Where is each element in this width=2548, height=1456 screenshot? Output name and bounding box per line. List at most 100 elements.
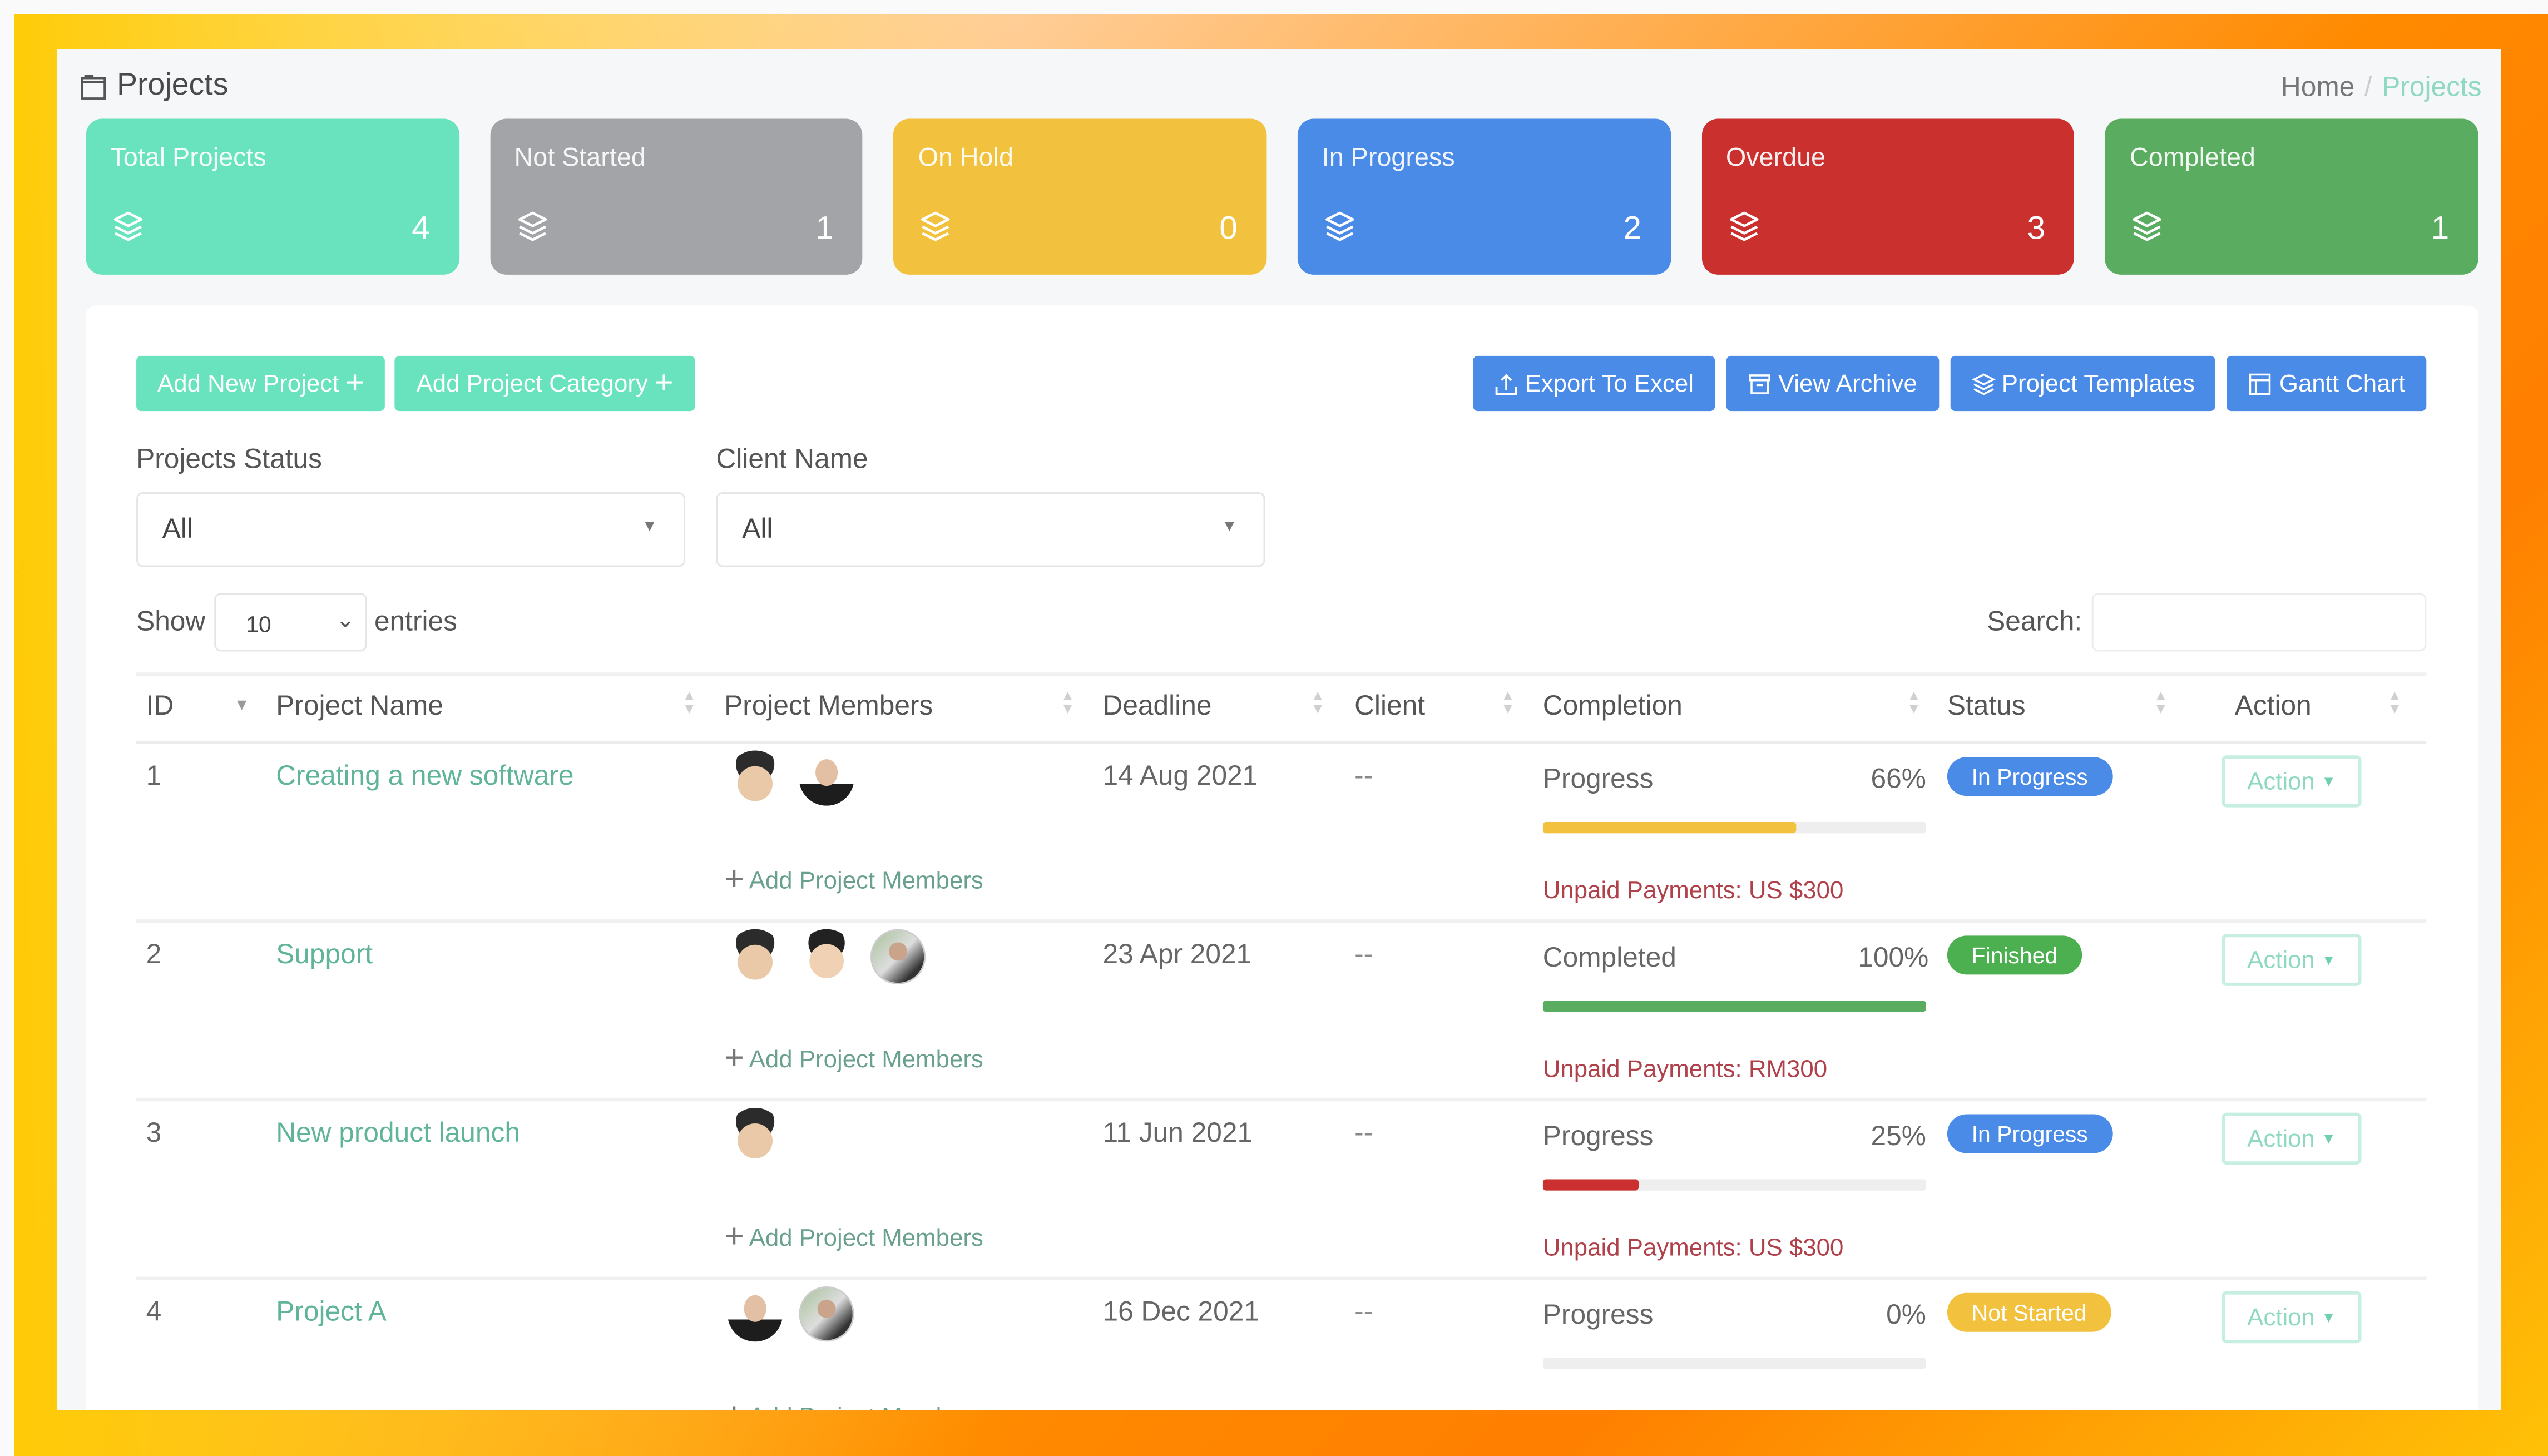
project-name-link[interactable]: Support [276, 939, 373, 971]
sort-icon[interactable]: ▲ ▼ [2154, 688, 2168, 716]
action-dropdown-button[interactable]: Action ▼ [2222, 934, 2362, 986]
project-name-link[interactable]: Creating a new software [276, 760, 573, 793]
column-header-status[interactable]: Status [1947, 690, 2026, 722]
status-badge: In Progress [1947, 757, 2112, 796]
status-badge: Finished [1947, 935, 2082, 975]
caret-down-icon: ▼ [2321, 1130, 2336, 1147]
action-dropdown-button[interactable]: Action ▼ [2222, 1112, 2362, 1165]
search-label: Search: [1987, 606, 2082, 637]
member-avatar[interactable] [727, 1107, 783, 1163]
project-templates-button[interactable]: Project Templates [1950, 355, 2216, 412]
sort-icon[interactable]: ▲ ▼ [2387, 688, 2402, 716]
unpaid-payments: Unpaid Payments: US $300 [1542, 1234, 1844, 1262]
member-avatar[interactable] [870, 929, 926, 984]
table-row: 4 Project A + Add Project Members 16 Dec 202… [136, 1280, 2426, 1410]
column-header-client[interactable]: Client [1354, 690, 1425, 722]
action-dropdown-button[interactable]: Action ▼ [2222, 1291, 2362, 1344]
member-avatar[interactable] [799, 929, 854, 984]
layers-icon [2130, 210, 2165, 245]
entries-select[interactable]: 10 ⌄ [213, 593, 367, 652]
completion-percent: 100% [1858, 942, 1929, 973]
breadcrumb-home[interactable]: Home [2281, 72, 2354, 102]
stat-card-on-hold[interactable]: On Hold 0 [893, 118, 1267, 275]
add-new-project-button[interactable]: Add New Project + [136, 355, 386, 412]
breadcrumb-separator: / [2364, 71, 2372, 103]
project-name-link[interactable]: Project A [276, 1296, 387, 1329]
plus-icon: + [654, 364, 674, 401]
entries-length-control: Show 10 ⌄ entries [136, 593, 457, 652]
entries-value: 10 [246, 611, 271, 637]
archive-label: View Archive [1778, 369, 1917, 398]
completion-label: Progress [1542, 1121, 1654, 1152]
project-name-link[interactable]: New product launch [276, 1117, 520, 1150]
column-header-completion[interactable]: Completion [1543, 690, 1683, 722]
gantt-label: Gantt Chart [2279, 369, 2406, 398]
stat-card-total-projects[interactable]: Total Projects 4 [86, 118, 459, 275]
stat-count: 2 [1623, 211, 1642, 247]
stat-card-in-progress[interactable]: In Progress 2 [1297, 118, 1671, 275]
column-header-project-name[interactable]: Project Name [276, 690, 443, 722]
member-avatar[interactable] [727, 750, 783, 806]
deadline: 16 Dec 2021 [1102, 1296, 1259, 1328]
sort-icon[interactable]: ▲ ▼ [1907, 688, 1921, 716]
stat-card-overdue[interactable]: Overdue 3 [1701, 118, 2075, 275]
client-name-value: All [742, 513, 773, 544]
secondary-actions: Export To Excel View Archive Project Tem… [1473, 355, 2427, 412]
export-to-excel-button[interactable]: Export To Excel [1473, 355, 1715, 412]
add-members-label: Add Project Members [749, 1045, 983, 1073]
completion-progress-bar [1542, 1358, 1926, 1369]
add-project-members-link[interactable]: +Add Project Members [724, 861, 983, 900]
completion-progress-bar [1542, 821, 1926, 834]
caret-down-icon: ▼ [2321, 1309, 2336, 1326]
sort-icon[interactable]: ▲ ▼ [1061, 688, 1075, 716]
stats-row: Total Projects 4 Not Started 1 On Hold 0 In Pr… [86, 118, 2478, 275]
layers-icon [918, 210, 954, 245]
client: -- [1354, 939, 1373, 970]
plus-icon: + [724, 861, 744, 899]
view-archive-button[interactable]: View Archive [1726, 355, 1938, 412]
column-header-project-members[interactable]: Project Members [724, 690, 933, 722]
column-header-id[interactable]: ID [146, 690, 174, 722]
member-avatar[interactable] [727, 929, 783, 984]
add-project-members-link[interactable]: +Add Project Members [724, 1397, 983, 1410]
action-dropdown-button[interactable]: Action ▼ [2222, 755, 2362, 808]
plus-icon: + [724, 1218, 744, 1256]
member-avatar[interactable] [799, 750, 854, 806]
add-project-category-button[interactable]: Add Project Category + [395, 355, 695, 412]
show-label: Show [136, 606, 206, 637]
stat-count: 1 [2431, 211, 2450, 247]
completion-label: Completed [1542, 942, 1676, 973]
add-project-members-link[interactable]: +Add Project Members [724, 1039, 983, 1078]
sort-icon[interactable]: ▲ ▼ [1310, 688, 1325, 716]
column-header-deadline[interactable]: Deadline [1102, 690, 1211, 722]
add-new-project-label: Add New Project [157, 369, 339, 398]
projects-status-label: Projects Status [136, 443, 322, 475]
search-control: Search: [1987, 593, 2427, 652]
caret-down-icon: ▼ [641, 518, 658, 536]
add-project-category-label: Add Project Category [416, 369, 648, 398]
projects-panel: Add New Project + Add Project Category + E… [86, 305, 2478, 1410]
plus-icon: + [345, 364, 365, 401]
sort-icon[interactable]: ▲ ▼ [682, 688, 696, 716]
projects-status-select[interactable]: All ▼ [136, 492, 686, 567]
status-badge: In Progress [1947, 1114, 2112, 1153]
stat-card-not-started[interactable]: Not Started 1 [489, 118, 863, 275]
completion-progress-fill [1542, 1179, 1639, 1191]
member-avatar[interactable] [799, 1286, 854, 1342]
sort-icon[interactable]: ▲ ▼ [1501, 688, 1515, 716]
table-header: ID ▼ Project Name ▲ ▼ Project Members ▲ ▼ … [136, 672, 2427, 744]
search-input[interactable] [2091, 593, 2427, 652]
column-header-action[interactable]: Action [2235, 690, 2312, 722]
archive-icon [1747, 372, 1772, 396]
layers-icon [110, 210, 146, 245]
stat-label: In Progress [1322, 145, 1455, 172]
member-avatar[interactable] [727, 1286, 783, 1342]
sort-desc-icon[interactable]: ▼ [234, 698, 250, 714]
table-body: 1 Creating a new software + Add Project Mem… [136, 744, 2427, 1410]
stat-card-completed[interactable]: Completed 1 [2105, 118, 2478, 275]
add-project-members-link[interactable]: +Add Project Members [724, 1218, 983, 1257]
gantt-chart-button[interactable]: Gantt Chart [2227, 355, 2427, 412]
stat-label: Overdue [1725, 145, 1826, 172]
client-name-select[interactable]: All ▼ [716, 492, 1265, 567]
stat-label: Total Projects [110, 145, 266, 172]
